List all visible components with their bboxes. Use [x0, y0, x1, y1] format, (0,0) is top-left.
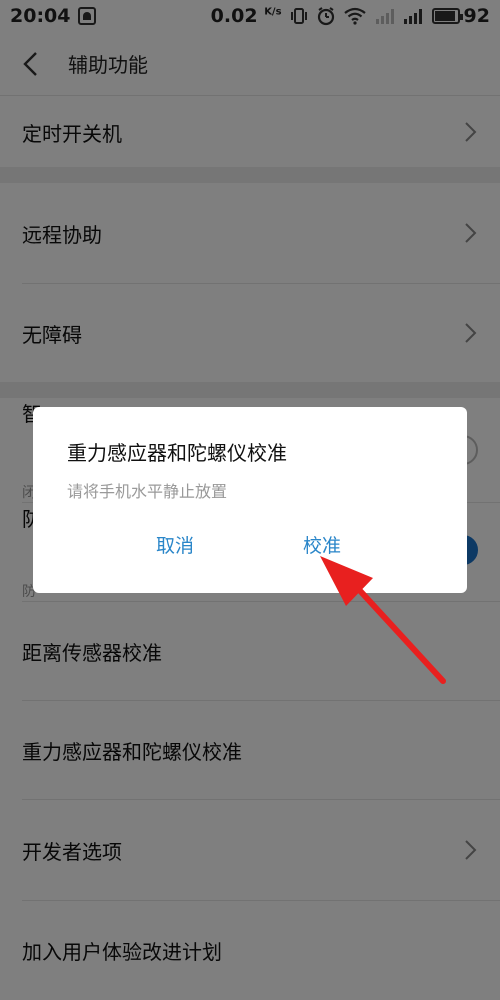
cancel-button[interactable]: 取消: [156, 531, 194, 558]
dialog-message: 请将手机水平静止放置: [67, 482, 228, 501]
calibration-dialog: 重力感应器和陀螺仪校准 请将手机水平静止放置 取消 校准: [33, 407, 467, 593]
calibrate-button[interactable]: 校准: [303, 531, 341, 558]
settings-screen: 20:04 0.02 K/s 92 辅助功能 定时开关机 远程协助: [0, 0, 500, 1000]
dialog-title: 重力感应器和陀螺仪校准: [67, 441, 287, 465]
dialog-buttons: 取消 校准: [33, 531, 467, 561]
